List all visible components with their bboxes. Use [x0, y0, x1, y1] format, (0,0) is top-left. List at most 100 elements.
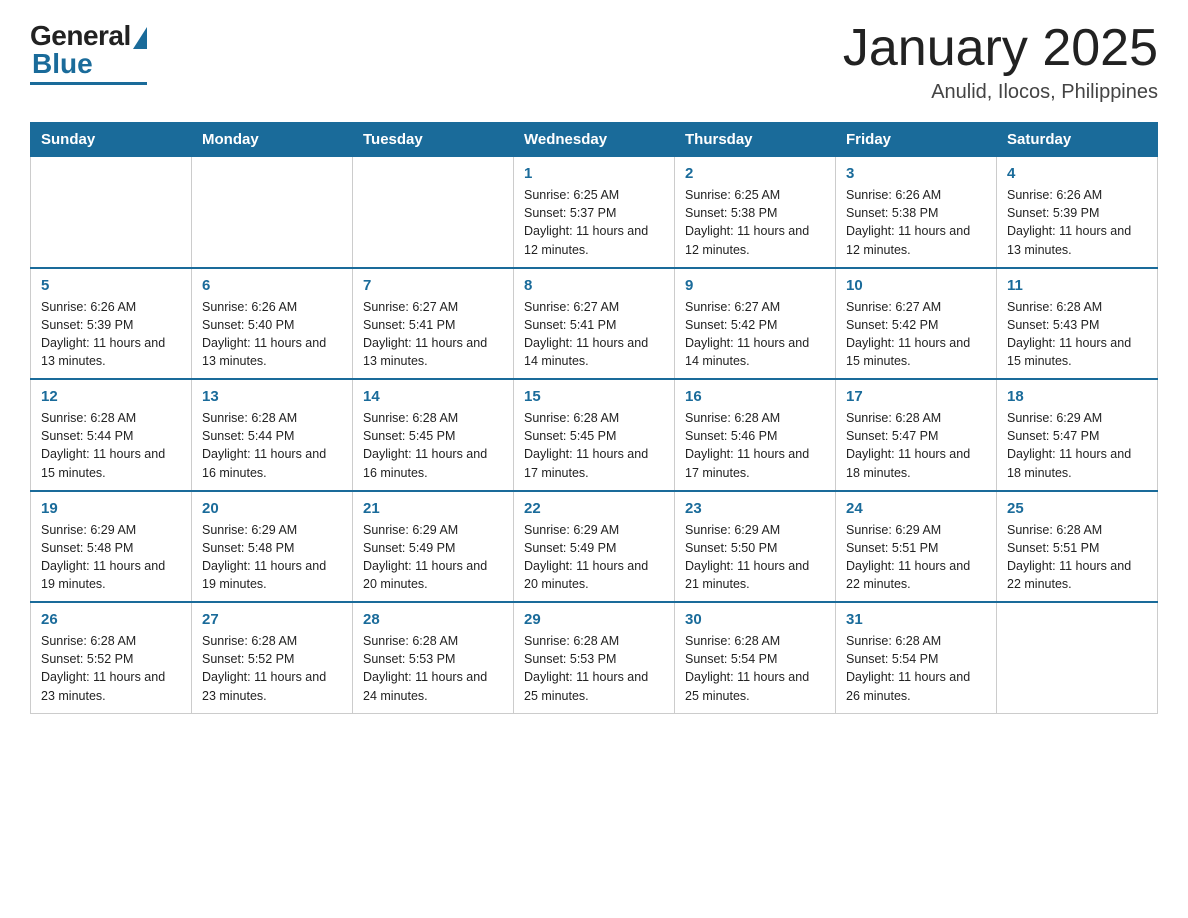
day-info: Sunrise: 6:26 AMSunset: 5:40 PMDaylight:…: [202, 298, 342, 371]
col-friday: Friday: [836, 123, 997, 157]
table-row: 29Sunrise: 6:28 AMSunset: 5:53 PMDayligh…: [514, 602, 675, 713]
day-number: 25: [1007, 500, 1147, 517]
col-thursday: Thursday: [675, 123, 836, 157]
col-monday: Monday: [192, 123, 353, 157]
col-wednesday: Wednesday: [514, 123, 675, 157]
table-row: 21 Sunrise: 6:29 AMSunset: 5:49 PMDayligh…: [353, 491, 514, 603]
day-info: Sunrise: 6:29 AMSunset: 5:47 PMDaylight:…: [1007, 409, 1147, 482]
day-info: Sunrise: 6:29 AMSunset: 5:49 PMDaylight:…: [524, 521, 664, 594]
day-info: Sunrise: 6:29 AMSunset: 5:48 PMDaylight:…: [41, 521, 181, 594]
table-row: 19Sunrise: 6:29 AMSunset: 5:48 PMDayligh…: [31, 491, 192, 603]
col-sunday: Sunday: [31, 123, 192, 157]
day-number: 10: [846, 277, 986, 294]
table-row: 25 Sunrise: 6:28 AMSunset: 5:51 PMDayligh…: [997, 491, 1158, 603]
table-row: 12 Sunrise: 6:28 AMSunset: 5:44 PMDayligh…: [31, 379, 192, 491]
day-info: Sunrise: 6:28 AMSunset: 5:44 PMDaylight:…: [41, 409, 181, 482]
location-text: Anulid, Ilocos, Philippines: [843, 81, 1158, 104]
calendar-week-row: 26 Sunrise: 6:28 AMSunset: 5:52 PMDayligh…: [31, 602, 1158, 713]
day-number: 5: [41, 277, 181, 294]
table-row: [997, 602, 1158, 713]
table-row: 4 Sunrise: 6:26 AMSunset: 5:39 PMDaylight…: [997, 157, 1158, 268]
table-row: 6 Sunrise: 6:26 AMSunset: 5:40 PMDaylight…: [192, 268, 353, 380]
calendar-week-row: 1 Sunrise: 6:25 AMSunset: 5:37 PMDaylight…: [31, 157, 1158, 268]
table-row: 2Sunrise: 6:25 AMSunset: 5:38 PMDaylight…: [675, 157, 836, 268]
day-number: 16: [685, 388, 825, 405]
table-row: 27Sunrise: 6:28 AMSunset: 5:52 PMDayligh…: [192, 602, 353, 713]
day-number: 30: [685, 611, 825, 628]
table-row: 16 Sunrise: 6:28 AMSunset: 5:46 PMDayligh…: [675, 379, 836, 491]
table-row: 9 Sunrise: 6:27 AMSunset: 5:42 PMDaylight…: [675, 268, 836, 380]
calendar-week-row: 12 Sunrise: 6:28 AMSunset: 5:44 PMDayligh…: [31, 379, 1158, 491]
day-number: 3: [846, 165, 986, 182]
day-number: 15: [524, 388, 664, 405]
calendar-table: Sunday Monday Tuesday Wednesday Thursday…: [30, 122, 1158, 714]
day-number: 31: [846, 611, 986, 628]
day-info: Sunrise: 6:29 AMSunset: 5:48 PMDaylight:…: [202, 521, 342, 594]
col-saturday: Saturday: [997, 123, 1158, 157]
day-number: 22: [524, 500, 664, 517]
calendar-week-row: 19Sunrise: 6:29 AMSunset: 5:48 PMDayligh…: [31, 491, 1158, 603]
month-title: January 2025: [843, 20, 1158, 77]
day-info: Sunrise: 6:25 AMSunset: 5:37 PMDaylight:…: [524, 186, 664, 259]
day-number: 9: [685, 277, 825, 294]
day-number: 20: [202, 500, 342, 517]
day-number: 6: [202, 277, 342, 294]
table-row: 10 Sunrise: 6:27 AMSunset: 5:42 PMDayligh…: [836, 268, 997, 380]
table-row: 31Sunrise: 6:28 AMSunset: 5:54 PMDayligh…: [836, 602, 997, 713]
day-info: Sunrise: 6:28 AMSunset: 5:43 PMDaylight:…: [1007, 298, 1147, 371]
calendar-week-row: 5Sunrise: 6:26 AMSunset: 5:39 PMDaylight…: [31, 268, 1158, 380]
day-info: Sunrise: 6:28 AMSunset: 5:53 PMDaylight:…: [363, 632, 503, 705]
day-info: Sunrise: 6:29 AMSunset: 5:51 PMDaylight:…: [846, 521, 986, 594]
day-number: 1: [524, 165, 664, 182]
table-row: 13 Sunrise: 6:28 AMSunset: 5:44 PMDayligh…: [192, 379, 353, 491]
day-number: 4: [1007, 165, 1147, 182]
day-info: Sunrise: 6:26 AMSunset: 5:38 PMDaylight:…: [846, 186, 986, 259]
day-number: 13: [202, 388, 342, 405]
day-number: 24: [846, 500, 986, 517]
day-info: Sunrise: 6:28 AMSunset: 5:45 PMDaylight:…: [524, 409, 664, 482]
title-block: January 2025 Anulid, Ilocos, Philippines: [843, 20, 1158, 104]
logo-underline: [30, 82, 147, 85]
day-info: Sunrise: 6:27 AMSunset: 5:42 PMDaylight:…: [846, 298, 986, 371]
day-info: Sunrise: 6:27 AMSunset: 5:42 PMDaylight:…: [685, 298, 825, 371]
page-header: General Blue January 2025 Anulid, Ilocos…: [30, 20, 1158, 104]
table-row: [192, 157, 353, 268]
day-number: 17: [846, 388, 986, 405]
table-row: 14Sunrise: 6:28 AMSunset: 5:45 PMDayligh…: [353, 379, 514, 491]
table-row: [31, 157, 192, 268]
day-number: 27: [202, 611, 342, 628]
day-info: Sunrise: 6:28 AMSunset: 5:52 PMDaylight:…: [41, 632, 181, 705]
table-row: 3 Sunrise: 6:26 AMSunset: 5:38 PMDaylight…: [836, 157, 997, 268]
table-row: 8Sunrise: 6:27 AMSunset: 5:41 PMDaylight…: [514, 268, 675, 380]
col-tuesday: Tuesday: [353, 123, 514, 157]
table-row: 15 Sunrise: 6:28 AMSunset: 5:45 PMDayligh…: [514, 379, 675, 491]
day-info: Sunrise: 6:28 AMSunset: 5:44 PMDaylight:…: [202, 409, 342, 482]
day-number: 11: [1007, 277, 1147, 294]
day-info: Sunrise: 6:28 AMSunset: 5:54 PMDaylight:…: [685, 632, 825, 705]
table-row: 5Sunrise: 6:26 AMSunset: 5:39 PMDaylight…: [31, 268, 192, 380]
logo: General Blue: [30, 20, 147, 85]
day-number: 18: [1007, 388, 1147, 405]
table-row: [353, 157, 514, 268]
logo-blue-text: Blue: [32, 48, 93, 80]
day-info: Sunrise: 6:28 AMSunset: 5:45 PMDaylight:…: [363, 409, 503, 482]
table-row: 1 Sunrise: 6:25 AMSunset: 5:37 PMDaylight…: [514, 157, 675, 268]
day-number: 28: [363, 611, 503, 628]
table-row: 28 Sunrise: 6:28 AMSunset: 5:53 PMDayligh…: [353, 602, 514, 713]
day-info: Sunrise: 6:28 AMSunset: 5:53 PMDaylight:…: [524, 632, 664, 705]
day-number: 8: [524, 277, 664, 294]
day-info: Sunrise: 6:29 AMSunset: 5:49 PMDaylight:…: [363, 521, 503, 594]
table-row: 18 Sunrise: 6:29 AMSunset: 5:47 PMDayligh…: [997, 379, 1158, 491]
table-row: 26 Sunrise: 6:28 AMSunset: 5:52 PMDayligh…: [31, 602, 192, 713]
day-number: 7: [363, 277, 503, 294]
day-number: 26: [41, 611, 181, 628]
logo-triangle-icon: [133, 27, 147, 49]
day-number: 21: [363, 500, 503, 517]
day-info: Sunrise: 6:26 AMSunset: 5:39 PMDaylight:…: [1007, 186, 1147, 259]
calendar-header-row: Sunday Monday Tuesday Wednesday Thursday…: [31, 123, 1158, 157]
table-row: 20 Sunrise: 6:29 AMSunset: 5:48 PMDayligh…: [192, 491, 353, 603]
day-info: Sunrise: 6:28 AMSunset: 5:46 PMDaylight:…: [685, 409, 825, 482]
day-number: 12: [41, 388, 181, 405]
day-info: Sunrise: 6:28 AMSunset: 5:51 PMDaylight:…: [1007, 521, 1147, 594]
day-number: 2: [685, 165, 825, 182]
